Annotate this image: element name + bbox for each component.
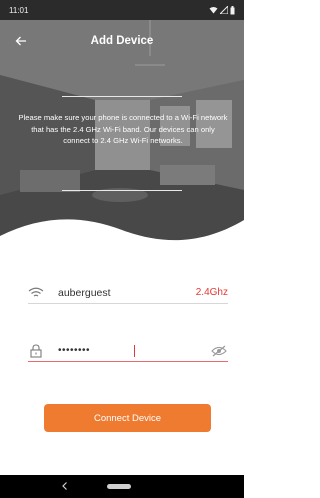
password-row: •••••••• (28, 340, 228, 362)
battery-icon (230, 5, 235, 14)
wifi-icon (209, 7, 218, 14)
status-bar: 11:01 (0, 0, 244, 20)
wave-divider (0, 219, 244, 256)
wifi-ssid: auberguest (58, 286, 111, 299)
status-time: 11:01 (9, 5, 29, 15)
wifi-icon (28, 285, 44, 301)
status-icons (209, 5, 235, 15)
connect-device-button[interactable]: Connect Device (44, 404, 211, 432)
wifi-notice-text: Please make sure your phone is connected… (18, 113, 228, 145)
eye-off-icon (211, 345, 227, 356)
text-cursor (134, 344, 135, 357)
notice-divider-top (62, 96, 182, 97)
app-bar: Add Device (0, 20, 244, 62)
wifi-band-label: 2.4Ghz (195, 287, 228, 298)
wifi-network-row[interactable]: auberguest 2.4Ghz (28, 282, 228, 304)
back-button[interactable] (12, 32, 30, 50)
page-title: Add Device (90, 35, 154, 47)
nav-back-icon[interactable] (60, 481, 70, 491)
nav-home-pill[interactable] (107, 484, 131, 489)
lock-icon (28, 343, 44, 359)
back-arrow-icon (15, 36, 26, 46)
signal-icon (220, 6, 228, 14)
notice-divider-bottom (62, 190, 182, 191)
password-visibility-toggle[interactable] (210, 343, 228, 359)
password-input[interactable]: •••••••• (58, 345, 133, 356)
system-nav-bar (0, 475, 244, 498)
